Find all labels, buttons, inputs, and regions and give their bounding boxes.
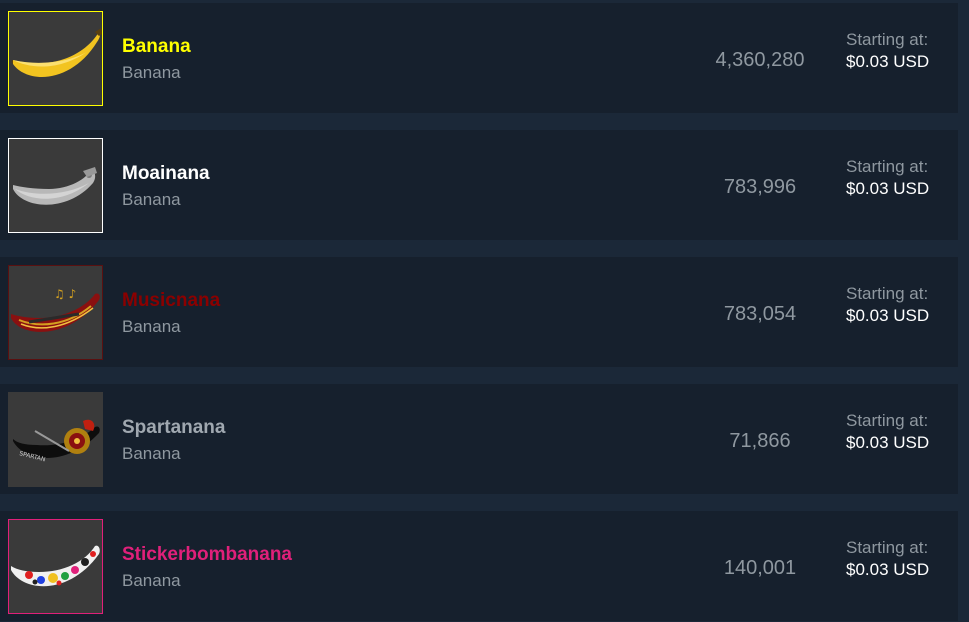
item-quantity: 783,996 xyxy=(723,176,797,198)
banana-yellow-icon xyxy=(9,12,102,105)
banana-music-icon: ♫ ♪ xyxy=(9,266,102,359)
item-thumbnail[interactable]: ♫ ♪ xyxy=(8,265,103,360)
banana-spartan-icon: SPARTAN xyxy=(9,393,102,486)
listing-row-spartanana[interactable]: SPARTAN Spartanana Banana 71,866 Startin… xyxy=(0,384,958,494)
price-label: Starting at: xyxy=(846,30,929,49)
banana-sticker-icon xyxy=(9,520,102,613)
item-name[interactable]: Moainana xyxy=(122,163,210,185)
item-quantity: 783,054 xyxy=(723,303,797,325)
item-game-name: Banana xyxy=(122,190,181,209)
item-price: Starting at: $0.03 USD xyxy=(846,283,956,327)
price-label: Starting at: xyxy=(846,284,929,303)
item-price: Starting at: $0.03 USD xyxy=(846,29,956,73)
listing-row-banana[interactable]: Banana Banana 4,360,280 Starting at: $0.… xyxy=(0,3,958,113)
item-quantity: 71,866 xyxy=(729,430,791,452)
listing-row-stickerbombanana[interactable]: Stickerbombanana Banana 140,001 Starting… xyxy=(0,511,958,621)
item-thumbnail[interactable]: SPARTAN xyxy=(8,392,103,487)
price-value: $0.03 USD xyxy=(846,52,930,71)
price-value: $0.03 USD xyxy=(846,306,930,325)
item-game-name: Banana xyxy=(122,317,181,336)
item-price: Starting at: $0.03 USD xyxy=(846,156,956,200)
item-name[interactable]: Spartanana xyxy=(122,417,225,439)
listing-row-moainana[interactable]: Moainana Banana 783,996 Starting at: $0.… xyxy=(0,130,958,240)
price-value: $0.03 USD xyxy=(846,433,930,452)
item-game-name: Banana xyxy=(122,571,181,590)
item-game-name: Banana xyxy=(122,63,181,82)
price-value: $0.03 USD xyxy=(846,179,930,198)
item-price: Starting at: $0.03 USD xyxy=(846,537,956,581)
item-name[interactable]: Stickerbombanana xyxy=(122,544,292,566)
item-thumbnail[interactable] xyxy=(8,519,103,614)
price-label: Starting at: xyxy=(846,157,929,176)
item-quantity: 4,360,280 xyxy=(715,49,805,71)
market-listing-list: Banana Banana 4,360,280 Starting at: $0.… xyxy=(0,0,969,622)
price-value: $0.03 USD xyxy=(846,560,930,579)
price-label: Starting at: xyxy=(846,538,929,557)
item-thumbnail[interactable] xyxy=(8,138,103,233)
banana-stone-icon xyxy=(9,139,102,232)
price-label: Starting at: xyxy=(846,411,929,430)
item-thumbnail[interactable] xyxy=(8,11,103,106)
item-price: Starting at: $0.03 USD xyxy=(846,410,956,454)
item-quantity: 140,001 xyxy=(723,557,797,579)
item-name[interactable]: Musicnana xyxy=(122,290,220,312)
item-name[interactable]: Banana xyxy=(122,36,191,58)
item-game-name: Banana xyxy=(122,444,181,463)
svg-text:♫ ♪: ♫ ♪ xyxy=(54,287,76,301)
listing-row-musicnana[interactable]: ♫ ♪ Musicnana Banana 783,054 Starting at… xyxy=(0,257,958,367)
